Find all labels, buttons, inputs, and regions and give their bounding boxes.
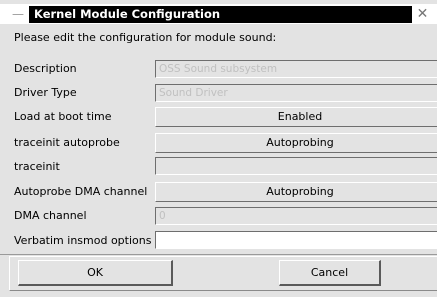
cancel-button[interactable]: Cancel xyxy=(279,260,381,286)
traceinit-label: traceinit xyxy=(14,160,60,173)
traceinit-autoprobe-label: traceinit autoprobe xyxy=(14,136,120,149)
load-at-boot-label: Load at boot time xyxy=(14,110,112,123)
dialog-heading: Please edit the configuration for module… xyxy=(14,31,277,44)
driver-type-field: Sound Driver xyxy=(155,84,437,102)
close-icon[interactable]: ✕ xyxy=(414,6,431,23)
ok-button[interactable]: OK xyxy=(18,260,173,286)
verbatim-options-label: Verbatim insmod options xyxy=(14,234,152,247)
load-at-boot-button[interactable]: Enabled xyxy=(155,107,437,127)
kernel-module-dialog: — Kernel Module Configuration ✕ Please e… xyxy=(0,0,437,297)
autoprobe-dma-label: Autoprobe DMA channel xyxy=(14,185,148,198)
driver-type-label: Driver Type xyxy=(14,86,77,99)
window-title: Kernel Module Configuration xyxy=(34,7,221,21)
description-field: OSS Sound subsystem xyxy=(155,60,437,78)
autoprobe-dma-button[interactable]: Autoprobing xyxy=(155,182,437,202)
footer-separator xyxy=(0,254,437,255)
title-bar[interactable]: — Kernel Module Configuration ✕ xyxy=(0,4,437,24)
window-menu-icon[interactable]: — xyxy=(11,7,25,21)
traceinit-field[interactable] xyxy=(155,157,437,175)
dma-channel-label: DMA channel xyxy=(14,209,87,222)
traceinit-autoprobe-button[interactable]: Autoprobing xyxy=(155,133,437,153)
description-label: Description xyxy=(14,62,77,75)
verbatim-options-input[interactable] xyxy=(155,231,437,249)
dma-channel-field: 0 xyxy=(155,207,437,225)
